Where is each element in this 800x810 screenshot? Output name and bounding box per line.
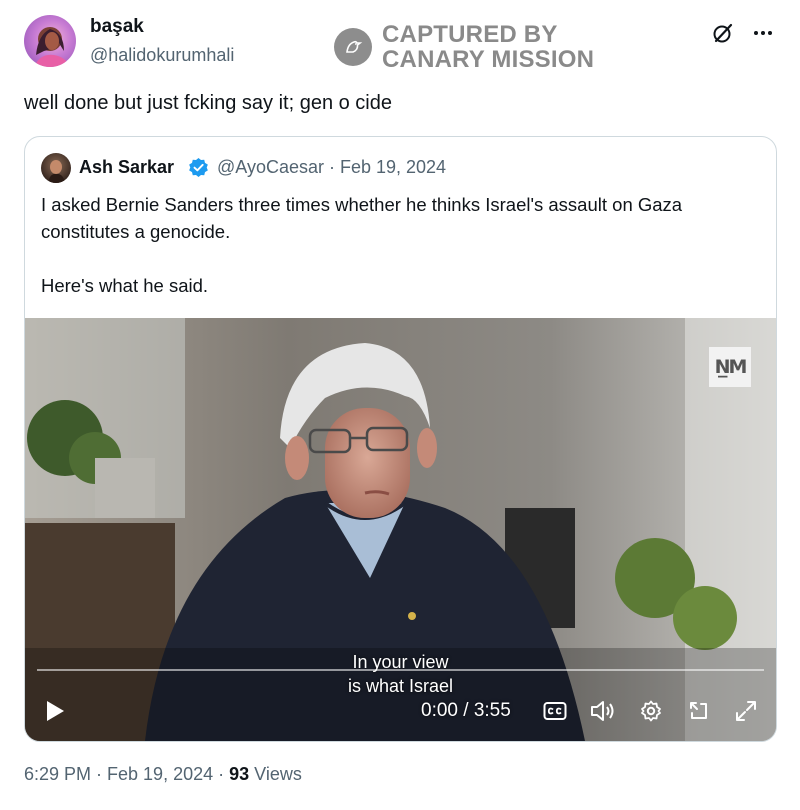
verified-badge-icon	[189, 157, 208, 178]
grok-icon[interactable]	[710, 20, 736, 46]
canary-watermark: CAPTURED BY CANARY MISSION	[334, 22, 594, 72]
tweet-text: well done but just fcking say it; gen o …	[24, 92, 392, 114]
fullscreen-icon[interactable]	[732, 697, 760, 725]
quoted-tweet-text: I asked Bernie Sanders three times wheth…	[41, 191, 761, 299]
watermark-line-1: CAPTURED BY	[382, 21, 558, 48]
quoted-tweet-card[interactable]: Ash Sarkar @AyoCaesar · Feb 19, 2024 I a…	[24, 136, 777, 742]
subtitle-line-2: is what Israel	[347, 676, 454, 696]
captions-icon[interactable]	[541, 698, 569, 724]
volume-icon[interactable]	[588, 697, 618, 725]
quoted-author-avatar[interactable]	[41, 153, 71, 183]
author-name[interactable]: başak	[90, 16, 144, 38]
video-time: 0:00 / 3:55	[421, 700, 511, 721]
settings-icon[interactable]	[637, 697, 665, 725]
share-icon[interactable]	[685, 697, 713, 725]
newsmedia-logo: N̲M	[709, 347, 751, 387]
quoted-paragraph-1: I asked Bernie Sanders three times wheth…	[41, 194, 683, 242]
quoted-handle-date[interactable]: @AyoCaesar · Feb 19, 2024	[217, 157, 446, 178]
video-progress-bar[interactable]	[37, 669, 764, 671]
views-label: Views	[254, 764, 302, 784]
footer-separator: ·	[213, 764, 230, 784]
tweet-timestamp[interactable]: 6:29 PM · Feb 19, 2024	[24, 764, 213, 784]
views-count[interactable]: 93	[229, 764, 249, 784]
tweet-footer: 6:29 PM · Feb 19, 2024 · 93 Views	[24, 764, 302, 785]
video-player[interactable]: N̲M In your view is what Israel 0:00 / 3…	[25, 318, 776, 741]
quoted-paragraph-2: Here's what he said.	[41, 275, 209, 296]
more-icon[interactable]	[750, 20, 776, 46]
canary-bird-icon	[334, 28, 372, 66]
author-avatar[interactable]	[24, 15, 76, 67]
play-icon[interactable]	[41, 697, 69, 725]
author-handle[interactable]: @halidokurumhali	[90, 45, 234, 66]
quoted-author-name[interactable]: Ash Sarkar	[79, 157, 174, 178]
watermark-line-2: CANARY MISSION	[382, 46, 595, 73]
